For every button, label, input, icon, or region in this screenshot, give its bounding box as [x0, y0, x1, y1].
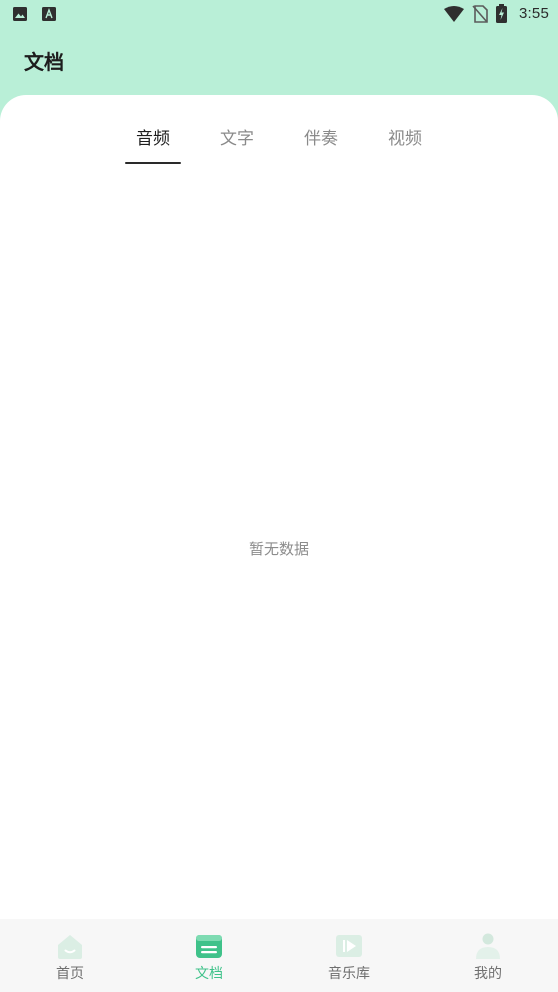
- music-library-icon: [336, 935, 362, 957]
- active-tab-indicator: [125, 162, 181, 164]
- nav-label-document: 文档: [195, 966, 223, 982]
- document-icon: [196, 935, 222, 958]
- image-icon: [13, 7, 27, 21]
- nav-label-music-library: 音乐库: [328, 966, 370, 982]
- no-sim-icon: [472, 5, 488, 23]
- main-content-card: 音频 文字 伴奏 视频 暂无数据: [0, 95, 558, 919]
- tab-video[interactable]: 视频: [373, 124, 437, 149]
- nav-item-document[interactable]: 文档: [159, 919, 259, 992]
- empty-state-message: 暂无数据: [248, 540, 309, 558]
- text-a-icon: [42, 7, 56, 21]
- nav-item-profile[interactable]: 我的: [438, 919, 538, 992]
- bottom-navigation: 首页 文档 音乐库 我的: [0, 919, 558, 992]
- profile-icon: [476, 933, 500, 959]
- nav-label-profile: 我的: [474, 966, 502, 982]
- tab-audio[interactable]: 音频: [121, 124, 185, 149]
- tab-text[interactable]: 文字: [205, 124, 269, 149]
- home-icon: [58, 935, 82, 959]
- tab-bar: 音频 文字 伴奏 视频: [0, 124, 558, 166]
- battery-charging-icon: [496, 4, 507, 23]
- nav-label-home: 首页: [56, 966, 84, 982]
- nav-item-music-library[interactable]: 音乐库: [299, 919, 399, 992]
- wifi-icon: [444, 6, 464, 22]
- tab-accompaniment[interactable]: 伴奏: [289, 124, 353, 149]
- status-time: 3:55: [519, 5, 549, 22]
- page-title: 文档: [24, 50, 64, 74]
- nav-item-home[interactable]: 首页: [20, 919, 120, 992]
- status-bar: 3:55: [0, 0, 558, 30]
